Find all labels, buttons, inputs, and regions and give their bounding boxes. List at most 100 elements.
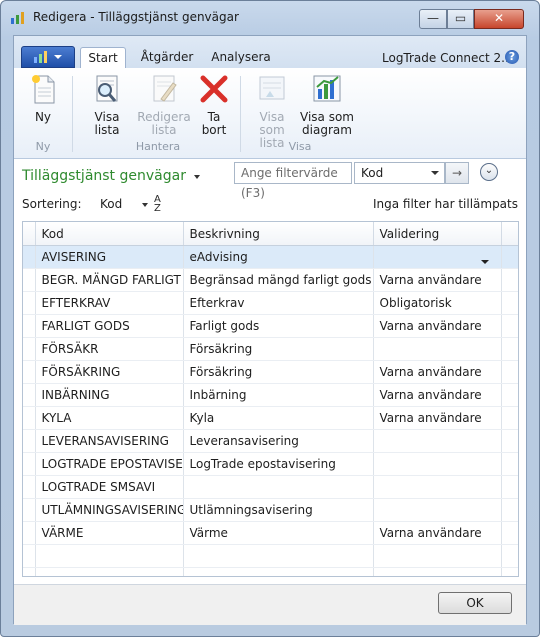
cell-validering[interactable]: Varna användare <box>373 360 502 384</box>
column-header-beskrivning[interactable]: Beskrivning <box>183 222 374 246</box>
cell-validering[interactable]: Obligatorisk <box>373 291 502 315</box>
cell-validering[interactable]: Varna användare <box>373 406 502 430</box>
cell-beskrivning[interactable]: LogTrade epostavisering <box>183 452 374 476</box>
expand-filter-icon[interactable]: ⌄ <box>480 163 498 181</box>
cell-kod[interactable]: KYLA <box>35 406 184 430</box>
table-row[interactable]: BEGR. MÄNGD FARLIGT Begränsad mängd farli… <box>23 268 518 292</box>
empty-cell[interactable] <box>183 567 374 576</box>
cell-beskrivning[interactable]: Utlämningsavisering <box>183 498 374 522</box>
view-list-button[interactable]: Visa lista <box>82 73 132 137</box>
row-selector[interactable] <box>23 521 36 545</box>
row-selector[interactable] <box>23 452 36 476</box>
cell-validering[interactable]: Varna användare <box>373 314 502 338</box>
cell-beskrivning[interactable]: Kyla <box>183 406 374 430</box>
cell-kod[interactable]: LOGTRADE SMSAVI <box>35 475 184 499</box>
chevron-down-icon[interactable] <box>142 203 148 207</box>
tab-start[interactable]: Start <box>80 47 126 68</box>
chevron-down-icon[interactable] <box>480 259 489 264</box>
empty-cell[interactable] <box>373 567 502 576</box>
cell-beskrivning[interactable]: eAdvising <box>183 245 374 269</box>
cell-validering[interactable] <box>373 429 502 453</box>
delete-button[interactable]: Ta bort <box>194 73 234 137</box>
filter-value-input[interactable]: Ange filtervärde (F3) <box>234 162 352 200</box>
table-row[interactable]: LOGTRADE EPOSTAVISER LogTrade epostaviser… <box>23 452 518 476</box>
sort-field-select[interactable]: Kod <box>100 197 122 211</box>
cell-kod[interactable]: FÖRSÄKR <box>35 337 184 361</box>
row-selector[interactable] <box>23 406 36 430</box>
column-header-kod[interactable]: Kod <box>35 222 184 246</box>
cell-validering[interactable]: Varna användare <box>373 521 502 545</box>
cell-beskrivning[interactable]: Försäkring <box>183 360 374 384</box>
ok-button[interactable]: OK <box>438 592 512 614</box>
maximize-button[interactable]: ▭ <box>447 9 474 29</box>
cell-kod[interactable]: LOGTRADE EPOSTAVISER <box>35 452 184 476</box>
empty-cell[interactable] <box>35 567 184 576</box>
filter-field-select[interactable]: Kod <box>354 162 445 184</box>
cell-kod[interactable]: VÄRME <box>35 521 184 545</box>
table-row[interactable]: FARLIGT GODS Farligt gods Varna användare <box>23 314 518 338</box>
cell-kod[interactable]: BEGR. MÄNGD FARLIGT <box>35 268 184 292</box>
cell-beskrivning[interactable]: Begränsad mängd farligt gods <box>183 268 374 292</box>
cell-kod[interactable]: EFTERKRAV <box>35 291 184 315</box>
cell-beskrivning[interactable]: Värme <box>183 521 374 545</box>
table-row[interactable]: KYLA Kyla Varna användare <box>23 406 518 430</box>
apply-filter-button[interactable]: → <box>445 162 469 184</box>
list-title[interactable]: Tilläggstjänst genvägar <box>22 168 186 184</box>
table-row[interactable]: INBÄRNING Inbärning Varna användare <box>23 383 518 407</box>
empty-row[interactable] <box>23 544 518 568</box>
cell-kod[interactable]: FÖRSÄKRING <box>35 360 184 384</box>
cell-kod[interactable]: FARLIGT GODS <box>35 314 184 338</box>
new-button[interactable]: Ny <box>26 73 60 124</box>
table-row[interactable]: LEVERANSAVISERING Leveransavisering <box>23 429 518 453</box>
view-as-chart-button[interactable]: Visa som diagram <box>300 73 354 137</box>
cell-beskrivning[interactable]: Leveransavisering <box>183 429 374 453</box>
tab-atgarder[interactable]: Åtgärder <box>136 47 198 68</box>
table-row[interactable]: VÄRME Värme Varna användare <box>23 521 518 545</box>
table-row[interactable]: UTLÄMNINGSAVISERING Utlämningsavisering <box>23 498 518 522</box>
cell-beskrivning[interactable]: Försäkring <box>183 337 374 361</box>
cell-beskrivning[interactable]: Farligt gods <box>183 314 374 338</box>
table-row[interactable]: LOGTRADE SMSAVI <box>23 475 518 499</box>
edit-list-button[interactable]: Redigera lista <box>136 73 192 137</box>
row-selector[interactable] <box>23 498 36 522</box>
cell-kod[interactable]: INBÄRNING <box>35 383 184 407</box>
row-selector[interactable] <box>23 268 36 292</box>
cell-validering[interactable]: Varna användare <box>373 268 502 292</box>
chevron-down-icon[interactable] <box>194 175 200 179</box>
row-selector[interactable] <box>23 475 36 499</box>
close-button[interactable]: ✕ <box>474 9 524 29</box>
table-row[interactable]: FÖRSÄKRING Försäkring Varna användare <box>23 360 518 384</box>
column-header-validering[interactable]: Validering <box>373 222 502 246</box>
cell-validering[interactable]: Varna användare <box>373 383 502 407</box>
table-row[interactable]: AVISERING eAdvising <box>23 245 518 269</box>
cell-kod[interactable]: LEVERANSAVISERING <box>35 429 184 453</box>
tab-analysera[interactable]: Analysera <box>206 47 276 68</box>
cell-beskrivning[interactable]: Efterkrav <box>183 291 374 315</box>
cell-validering[interactable] <box>373 475 502 499</box>
row-selector[interactable] <box>23 360 36 384</box>
row-selector[interactable] <box>23 429 36 453</box>
empty-cell[interactable] <box>373 544 502 568</box>
row-selector[interactable] <box>23 337 36 361</box>
cell-kod[interactable]: AVISERING <box>35 245 184 269</box>
empty-cell[interactable] <box>35 544 184 568</box>
table-row[interactable]: FÖRSÄKR Försäkring <box>23 337 518 361</box>
table-row[interactable]: EFTERKRAV Efterkrav Obligatorisk <box>23 291 518 315</box>
view-as-list-button[interactable]: Visa som lista <box>246 73 298 150</box>
cell-kod[interactable]: UTLÄMNINGSAVISERING <box>35 498 184 522</box>
cell-validering[interactable] <box>373 245 502 269</box>
cell-validering[interactable] <box>373 337 502 361</box>
cell-validering[interactable] <box>373 452 502 476</box>
cell-beskrivning[interactable] <box>183 475 374 499</box>
cell-beskrivning[interactable]: Inbärning <box>183 383 374 407</box>
help-icon[interactable]: ? <box>505 50 519 64</box>
row-selector[interactable] <box>23 291 36 315</box>
row-selector[interactable] <box>23 314 36 338</box>
empty-row[interactable] <box>23 567 518 576</box>
minimize-button[interactable]: — <box>419 9 447 29</box>
row-selector[interactable] <box>23 383 36 407</box>
application-menu-button[interactable] <box>21 46 75 68</box>
row-selector[interactable] <box>23 245 36 269</box>
sort-direction-icon[interactable]: A Z <box>154 195 162 214</box>
empty-cell[interactable] <box>183 544 374 568</box>
